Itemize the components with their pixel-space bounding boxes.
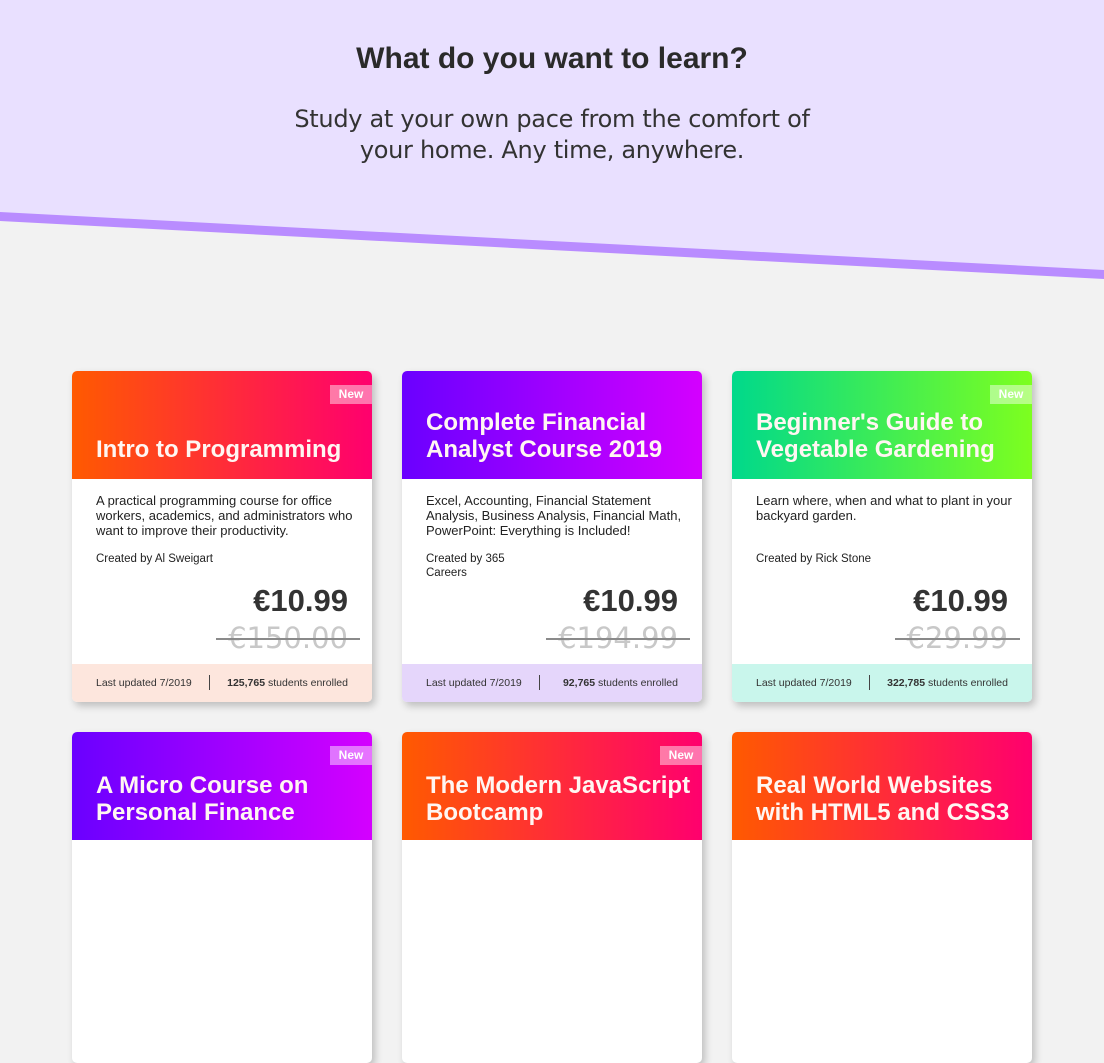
course-card[interactable]: New Beginner's Guide to Vegetable Garden…	[732, 371, 1032, 702]
new-badge: New	[330, 385, 372, 404]
students-count: 125,765	[227, 677, 266, 689]
course-title[interactable]: The Modern JavaScript Bootcamp	[426, 772, 691, 826]
course-header: New Beginner's Guide to Vegetable Garden…	[732, 371, 1032, 479]
course-title[interactable]: Real World Websites with HTML5 and CSS3	[756, 772, 1021, 826]
students-label: students enrolled	[268, 677, 348, 689]
last-updated: Last updated 7/2019	[96, 677, 192, 689]
new-badge: New	[660, 746, 702, 765]
course-title[interactable]: A Micro Course on Personal Finance	[96, 772, 361, 826]
course-card[interactable]: New A Micro Course on Personal Finance	[72, 732, 372, 1063]
course-price: €10.99	[253, 583, 348, 618]
course-header: Complete Financial Analyst Course 2019	[402, 371, 702, 479]
students-enrolled: 125,765 students enrolled	[227, 677, 348, 689]
course-header: New The Modern JavaScript Bootcamp	[402, 732, 702, 840]
course-footer: Last updated 7/2019 322,785 students enr…	[732, 664, 1032, 702]
course-footer: Last updated 7/2019 125,765 students enr…	[72, 664, 372, 702]
course-description: Learn where, when and what to plant in y…	[756, 493, 1012, 523]
last-updated: Last updated 7/2019	[426, 677, 522, 689]
course-header: Real World Websites with HTML5 and CSS3	[732, 732, 1032, 840]
course-card[interactable]: New The Modern JavaScript Bootcamp	[402, 732, 702, 1063]
course-old-price: €29.99	[894, 621, 1021, 655]
course-author: Created by Rick Stone	[756, 553, 872, 565]
course-card[interactable]: Complete Financial Analyst Course 2019 E…	[402, 371, 702, 702]
course-title[interactable]: Complete Financial Analyst Course 2019	[426, 409, 691, 463]
course-old-price: €150.00	[216, 621, 360, 655]
footer-divider	[869, 675, 870, 690]
students-enrolled: 322,785 students enrolled	[887, 677, 1008, 689]
course-footer: Last updated 7/2019 92,765 students enro…	[402, 664, 702, 702]
course-price: €10.99	[913, 583, 1008, 618]
hero-section: What do you want to learn? Study at your…	[0, 0, 1104, 290]
new-badge: New	[990, 385, 1032, 404]
footer-divider	[539, 675, 540, 690]
course-price: €10.99	[583, 583, 678, 618]
course-card[interactable]: New Intro to Programming A practical pro…	[72, 371, 372, 702]
students-enrolled: 92,765 students enrolled	[563, 677, 678, 689]
course-description: A practical programming course for offic…	[96, 493, 353, 538]
course-header: New Intro to Programming	[72, 371, 372, 479]
students-count: 92,765	[562, 677, 596, 689]
course-title[interactable]: Intro to Programming	[96, 436, 361, 463]
new-badge: New	[330, 746, 372, 765]
students-count: 322,785	[887, 677, 926, 689]
page-title: What do you want to learn?	[356, 42, 748, 75]
students-label: students enrolled	[598, 677, 678, 689]
course-header: New A Micro Course on Personal Finance	[72, 732, 372, 840]
course-title[interactable]: Beginner's Guide to Vegetable Gardening	[756, 409, 1021, 463]
course-author: Created by Al Sweigart	[96, 553, 213, 565]
course-author: Created by 365 Careers	[426, 553, 505, 579]
last-updated: Last updated 7/2019	[756, 677, 852, 689]
course-description: Excel, Accounting, Financial Statement A…	[426, 493, 682, 538]
footer-divider	[209, 675, 210, 690]
course-card[interactable]: Real World Websites with HTML5 and CSS3	[732, 732, 1032, 1063]
students-label: students enrolled	[928, 677, 1008, 689]
course-old-price: €194.99	[546, 621, 690, 655]
page-subtitle: Study at your own pace from the comfort …	[294, 105, 810, 164]
